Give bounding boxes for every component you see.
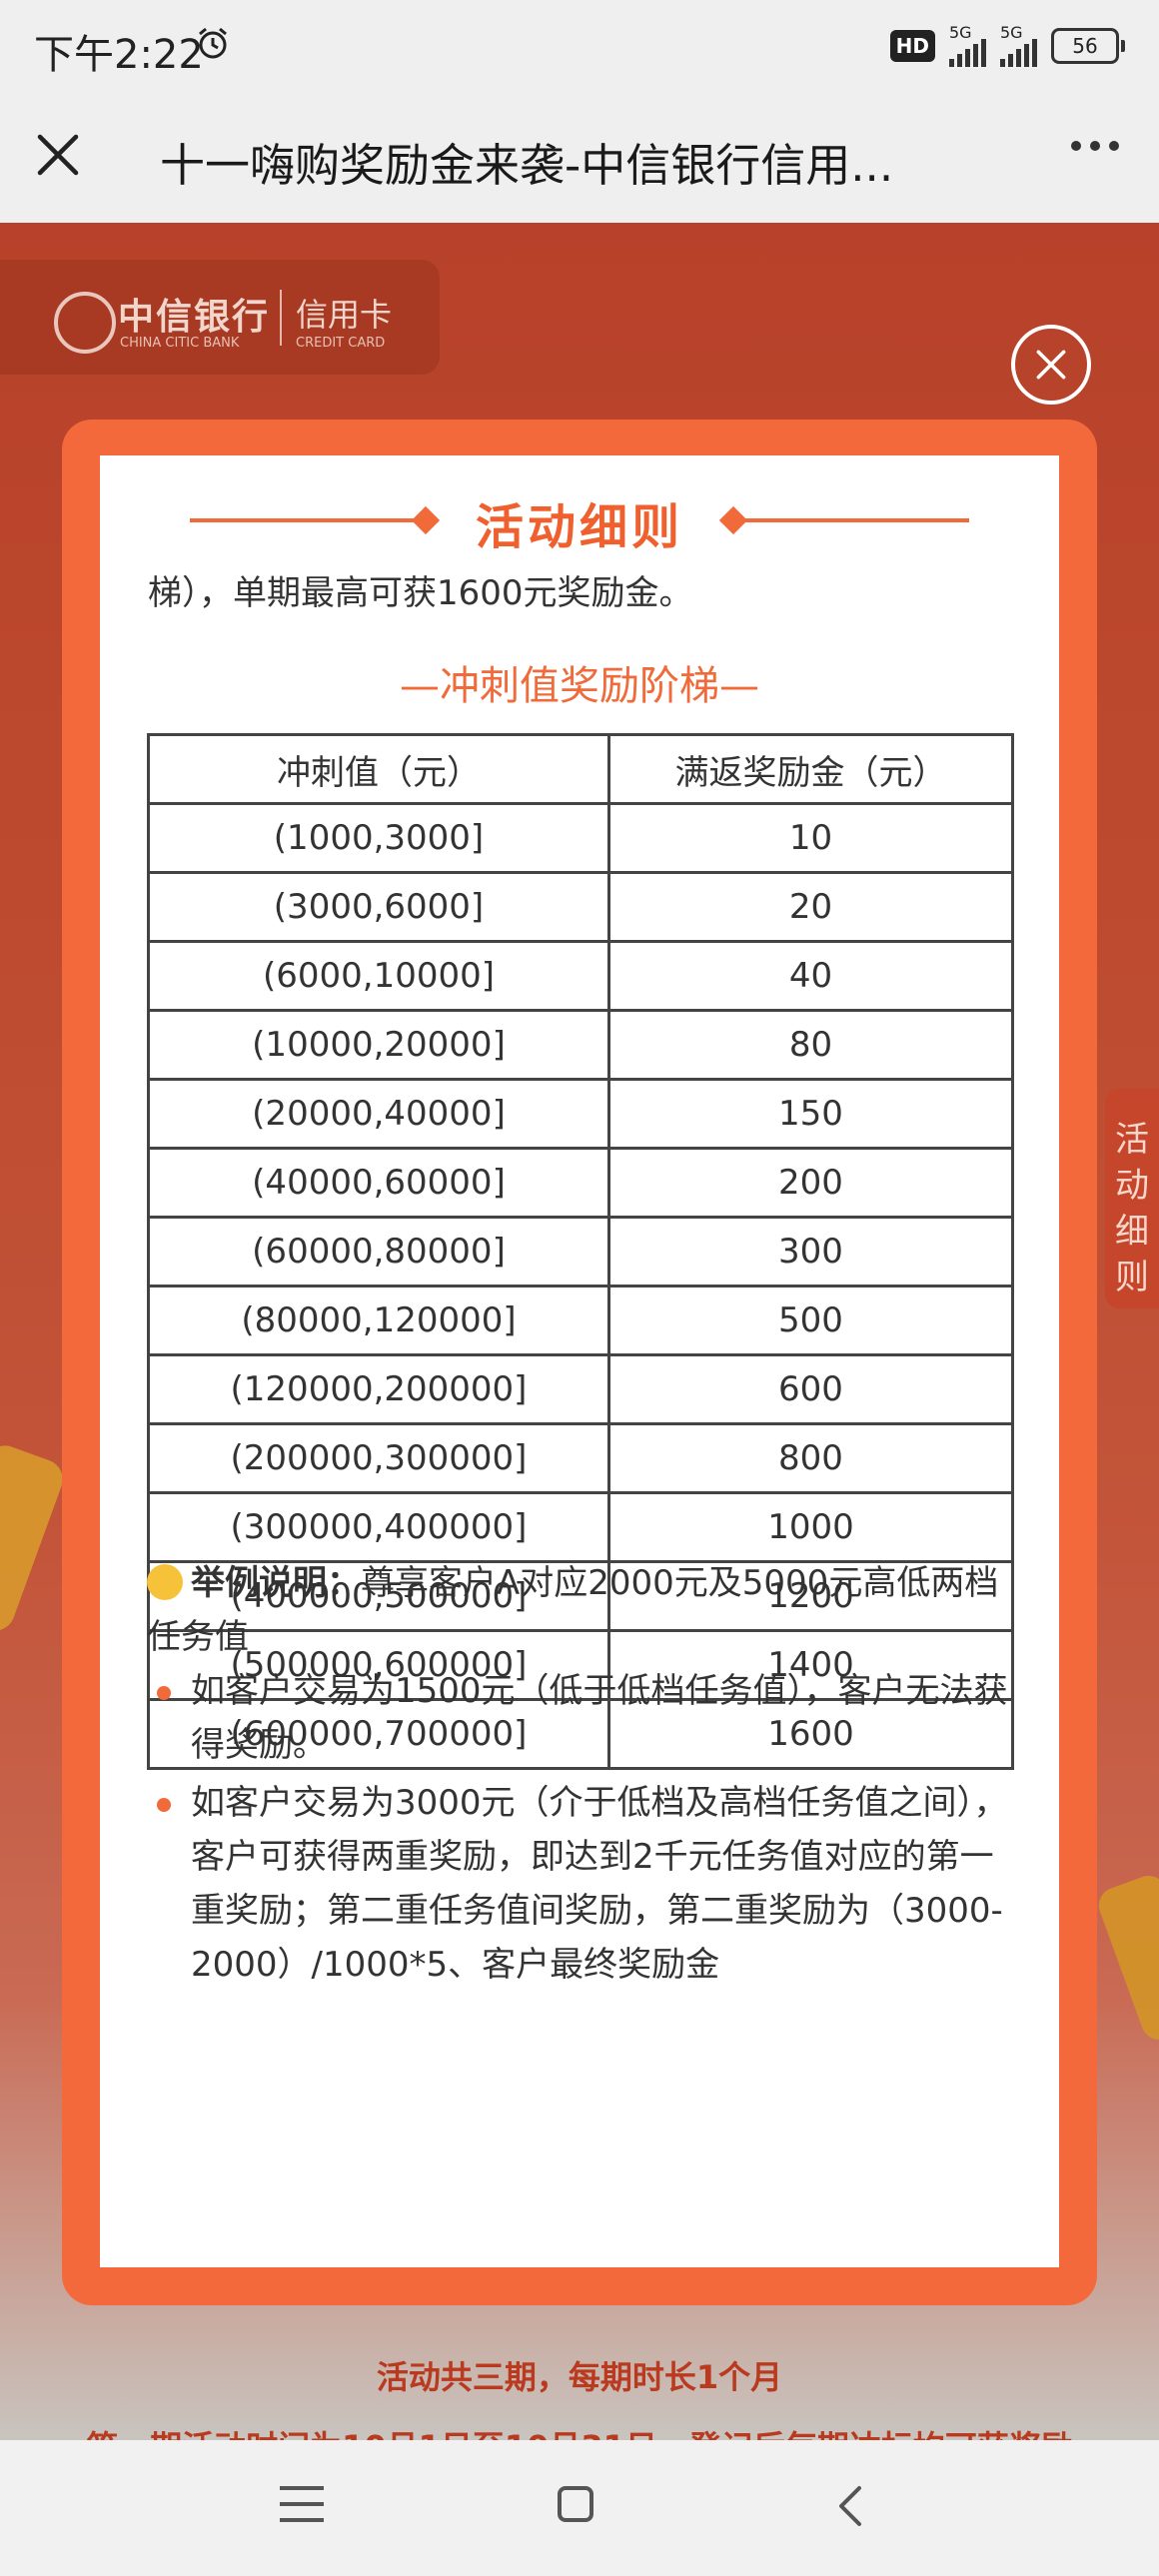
rules-modal-content[interactable]: 活动细则 梯），单期最高可获1600元奖励金。 —冲刺值奖励阶梯— 冲刺值（元）… [100,455,1059,2267]
intro-text: 梯），单期最高可获1600元奖励金。 [148,573,693,613]
modal-heading: 活动细则 [100,485,1059,555]
bank-name-en: CHINA CITIC BANK [120,336,240,351]
modal-close-icon[interactable] [1011,325,1091,405]
reward-cell: 600 [607,1353,1014,1425]
title-bar: 十一嗨购奖励金来袭-中信银行信用... [0,95,1159,223]
bank-logo: 中信银行 CHINA CITIC BANK 信用卡 CREDIT CARD [0,260,440,375]
tier-subheading: —冲刺值奖励阶梯— [400,663,759,709]
close-icon[interactable] [28,125,88,185]
card-label: 信用卡 [296,296,393,334]
table-row: (120000,200000] 600 [147,1353,1014,1425]
battery-icon: 56 [1051,28,1125,64]
hd-badge: HD [889,30,935,62]
back-icon[interactable] [831,2484,871,2528]
bullet-text: 如客户交易为3000元（介于低档及高档任务值之间），客户可获得两重奖励，即达到2… [191,1783,1008,1985]
reward-cell: 300 [607,1216,1014,1288]
range-cell: (3000,6000] [147,871,610,943]
table-row: (40000,60000] 200 [147,1147,1014,1219]
range-cell: (120000,200000] [147,1353,610,1425]
range-cell: (20000,40000] [147,1078,610,1150]
range-cell: (10000,20000] [147,1009,610,1081]
table-row: (10000,20000] 80 [147,1009,1014,1081]
table-header-row: 冲刺值（元） 满返奖励金（元） [147,733,1014,805]
example-paragraph: 举例说明：尊享客户A对应2000元及5000元高低两档任务值 [147,1556,1026,1664]
status-bar: 下午2:22 HD 5G 5G 56 [0,0,1159,95]
example-lead: 举例说明： [191,1563,361,1603]
table-row: (200000,300000] 800 [147,1422,1014,1494]
signal-1-label: 5G [949,23,972,42]
side-tab-label: 活动细则 [1115,1120,1149,1297]
list-item: 如客户交易为1500元（低于低档任务值），客户无法获得奖励。 [147,1664,1026,1772]
reward-cell: 80 [607,1009,1014,1081]
heading-decor-line [739,518,969,522]
reward-cell: 10 [607,802,1014,874]
reward-cell: 150 [607,1078,1014,1150]
citic-emblem-icon [54,292,116,354]
column-header: 冲刺值（元） [147,733,610,805]
status-time: 下午2:22 [34,32,204,78]
reward-cell: 1000 [607,1491,1014,1563]
range-cell: (200000,300000] [147,1422,610,1494]
modal-heading-text: 活动细则 [475,499,683,555]
smile-emoji-icon [147,1564,183,1600]
table-row: (3000,6000] 20 [147,871,1014,943]
signal-2-label: 5G [1000,23,1023,42]
list-item: 如客户交易为3000元（介于低档及高档任务值之间），客户可获得两重奖励，即达到2… [147,1776,1026,1992]
range-cell: (60000,80000] [147,1216,610,1288]
bullet-text: 如客户交易为1500元（低于低档任务值），客户无法获得奖励。 [191,1671,1008,1765]
table-row: (6000,10000] 40 [147,940,1014,1012]
table-row: (300000,400000] 1000 [147,1491,1014,1563]
bullet-dot-icon [157,1686,171,1700]
column-header: 满返奖励金（元） [607,733,1014,805]
example-bullets: 如客户交易为1500元（低于低档任务值），客户无法获得奖励。 如客户交易为300… [147,1664,1026,1996]
side-tab-rules[interactable]: 活动细则 [1105,1089,1159,1308]
recent-apps-icon[interactable] [280,2486,324,2522]
logo-divider [280,290,282,346]
signal-icon: 5G [1000,23,1037,67]
table-row: (80000,120000] 500 [147,1285,1014,1356]
range-cell: (40000,60000] [147,1147,610,1219]
reward-cell: 500 [607,1285,1014,1356]
more-options-icon[interactable] [1071,141,1119,151]
alarm-clock-icon [199,27,227,59]
bank-name: 中信银行 [118,297,271,338]
reward-cell: 800 [607,1422,1014,1494]
range-cell: (1000,3000] [147,802,610,874]
table-row: (60000,80000] 300 [147,1216,1014,1288]
period-line-1: 活动共三期，每期时长1个月 [376,2358,783,2396]
rules-modal: 活动细则 梯），单期最高可获1600元奖励金。 —冲刺值奖励阶梯— 冲刺值（元）… [62,420,1097,2305]
range-cell: (300000,400000] [147,1491,610,1563]
range-cell: (80000,120000] [147,1285,610,1356]
heading-decor-diamond [411,505,441,535]
bullet-dot-icon [157,1798,171,1812]
heading-decor-line [190,518,420,522]
reward-cell: 200 [607,1147,1014,1219]
status-indicators: HD 5G 5G 56 [889,23,1125,68]
signal-icon: 5G [949,23,986,67]
range-cell: (6000,10000] [147,940,610,1012]
reward-cell: 20 [607,871,1014,943]
system-nav-bar [0,2440,1159,2576]
home-icon[interactable] [558,2486,593,2522]
page-title: 十一嗨购奖励金来袭-中信银行信用... [160,139,894,192]
reward-cell: 40 [607,940,1014,1012]
table-row: (20000,40000] 150 [147,1078,1014,1150]
card-label-en: CREDIT CARD [296,336,386,351]
table-row: (1000,3000] 10 [147,802,1014,874]
